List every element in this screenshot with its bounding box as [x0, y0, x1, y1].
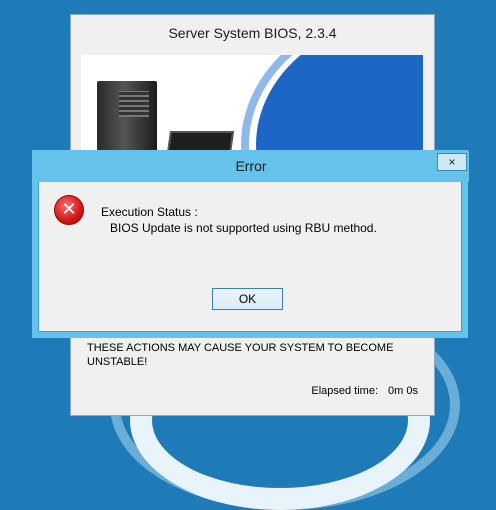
ok-button[interactable]: OK [212, 288, 283, 310]
error-titlebar[interactable]: Error × [33, 151, 469, 182]
error-x-icon: ✕ [54, 195, 84, 225]
error-dialog: Error × ✕ Execution Status : BIOS Update… [33, 151, 469, 332]
elapsed-time: Elapsed time: 0m 0s [301, 385, 418, 397]
bios-warning-text: PRODUCTS WHILE UPDATE IS IN PROGRESS. TH… [87, 327, 417, 369]
bios-window-title: Server System BIOS, 2.3.4 [71, 15, 434, 51]
elapsed-label: Elapsed time: [311, 385, 379, 397]
warning-line: THESE ACTIONS MAY CAUSE YOUR SYSTEM TO B… [87, 342, 394, 354]
error-message: BIOS Update is not supported using RBU m… [110, 221, 377, 235]
error-dialog-title: Error [235, 158, 267, 174]
execution-status-heading: Execution Status : [101, 205, 198, 219]
elapsed-value: 0m 0s [388, 385, 418, 397]
close-button[interactable]: × [437, 153, 467, 171]
close-icon: × [448, 155, 456, 169]
warning-line: UNSTABLE! [87, 356, 148, 368]
